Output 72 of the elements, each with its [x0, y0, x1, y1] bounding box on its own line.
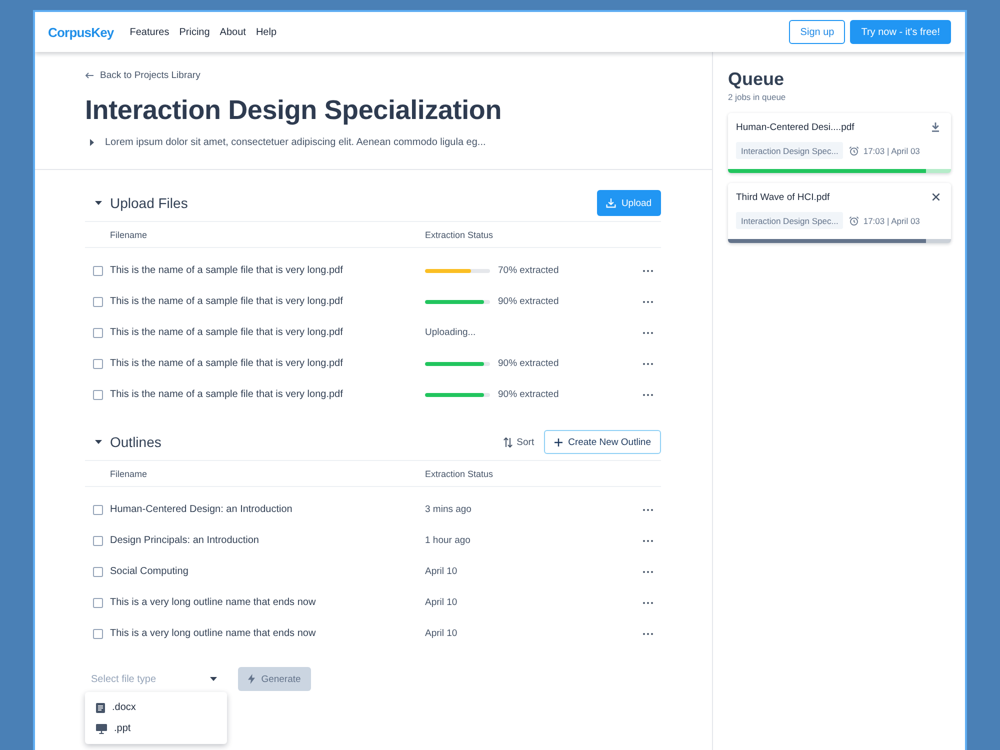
- checkbox[interactable]: [93, 390, 103, 400]
- menu-item[interactable]: .ppt: [85, 718, 227, 739]
- file-name: This is the name of a sample file that is very long.pdf: [110, 358, 343, 369]
- job-file-name: Human-Centered Desi....pdf: [736, 122, 854, 132]
- back-arrow-icon: [85, 72, 94, 78]
- close-icon[interactable]: [932, 193, 940, 201]
- outline-name: Social Computing: [110, 566, 188, 577]
- project-description: Lorem ipsum dolor sit amet, consectetuer adipiscing elit. Aenean commodo ligula eg...: [105, 136, 486, 148]
- updated-time: 1 hour ago: [425, 535, 470, 546]
- checkbox[interactable]: [93, 504, 103, 514]
- nav-link[interactable]: Features: [130, 26, 170, 38]
- extraction-status: 70% extracted: [498, 265, 559, 276]
- file-name: This is the name of a sample file that is very long.pdf: [110, 265, 343, 276]
- alarm-clock-icon: [849, 146, 860, 156]
- outline-name: This is a very long outline name that ends now: [110, 628, 316, 639]
- outline-name: Design Principals: an Introduction: [110, 535, 259, 546]
- monitor-icon: [96, 724, 107, 734]
- back-link[interactable]: Back to Projects Library: [85, 69, 200, 81]
- nav-link[interactable]: About: [220, 26, 246, 38]
- caret-right-icon[interactable]: [90, 138, 94, 146]
- column-header: Extraction Status: [425, 468, 494, 478]
- download-icon[interactable]: [931, 122, 940, 132]
- menu-item[interactable]: .docx: [85, 697, 227, 718]
- create-new-outline-button[interactable]: Create New Outline: [544, 430, 661, 454]
- queue-title: Queue: [728, 68, 784, 90]
- upload-icon: [606, 198, 616, 208]
- checkbox[interactable]: [93, 328, 103, 338]
- document-icon: [96, 702, 105, 712]
- checkbox[interactable]: [93, 628, 103, 638]
- checkbox[interactable]: [93, 296, 103, 306]
- checkbox[interactable]: [93, 266, 103, 276]
- nav-link[interactable]: Pricing: [179, 26, 210, 38]
- plus-icon: [554, 438, 564, 446]
- column-header: Filename: [110, 230, 148, 240]
- column-header: Filename: [110, 468, 148, 478]
- nav-link[interactable]: Help: [256, 26, 277, 38]
- job-file-name: Third Wave of HCI.pdf: [736, 192, 830, 202]
- caret-down-icon[interactable]: [95, 440, 102, 444]
- updated-time: April 10: [425, 597, 458, 608]
- extraction-status: 90% extracted: [498, 296, 559, 307]
- lightning-icon: [248, 674, 256, 684]
- project-tag: Interaction Design Spec...: [736, 142, 844, 159]
- job-time: 17:03 | April 03: [863, 216, 920, 226]
- file-name: This is the name of a sample file that is very long.pdf: [110, 296, 343, 307]
- extraction-status: Uploading...: [425, 327, 476, 338]
- checkbox[interactable]: [93, 358, 103, 368]
- checkbox[interactable]: [93, 598, 103, 608]
- caret-down-icon[interactable]: [210, 677, 217, 681]
- alarm-clock-icon: [849, 216, 860, 226]
- job-time: 17:03 | April 03: [863, 146, 920, 156]
- queue-count: 2 jobs in queue: [728, 92, 786, 103]
- updated-time: 3 mins ago: [425, 504, 472, 515]
- outline-name: Human-Centered Design: an Introduction: [110, 504, 292, 515]
- updated-time: April 10: [425, 566, 458, 577]
- column-header: Extraction Status: [425, 230, 494, 240]
- extraction-status: 90% extracted: [498, 358, 559, 369]
- sort-icon: [502, 436, 513, 448]
- outline-name: This is a very long outline name that ends now: [110, 597, 316, 608]
- updated-time: April 10: [425, 628, 458, 639]
- file-name: This is the name of a sample file that is very long.pdf: [110, 327, 343, 338]
- sort-button[interactable]: Sort: [502, 434, 534, 450]
- page-title: Interaction Design Specialization: [85, 94, 502, 127]
- project-tag: Interaction Design Spec...: [736, 212, 844, 229]
- checkbox[interactable]: [93, 536, 103, 546]
- sign-up-button[interactable]: Sign up: [789, 20, 846, 44]
- caret-down-icon[interactable]: [95, 201, 102, 205]
- extraction-status: 90% extracted: [498, 389, 559, 400]
- section-title: Upload Files: [110, 195, 188, 211]
- checkbox[interactable]: [93, 566, 103, 576]
- section-title: Outlines: [110, 434, 162, 450]
- file-name: This is the name of a sample file that is very long.pdf: [110, 389, 343, 400]
- file-type-select[interactable]: Select file type: [91, 671, 206, 687]
